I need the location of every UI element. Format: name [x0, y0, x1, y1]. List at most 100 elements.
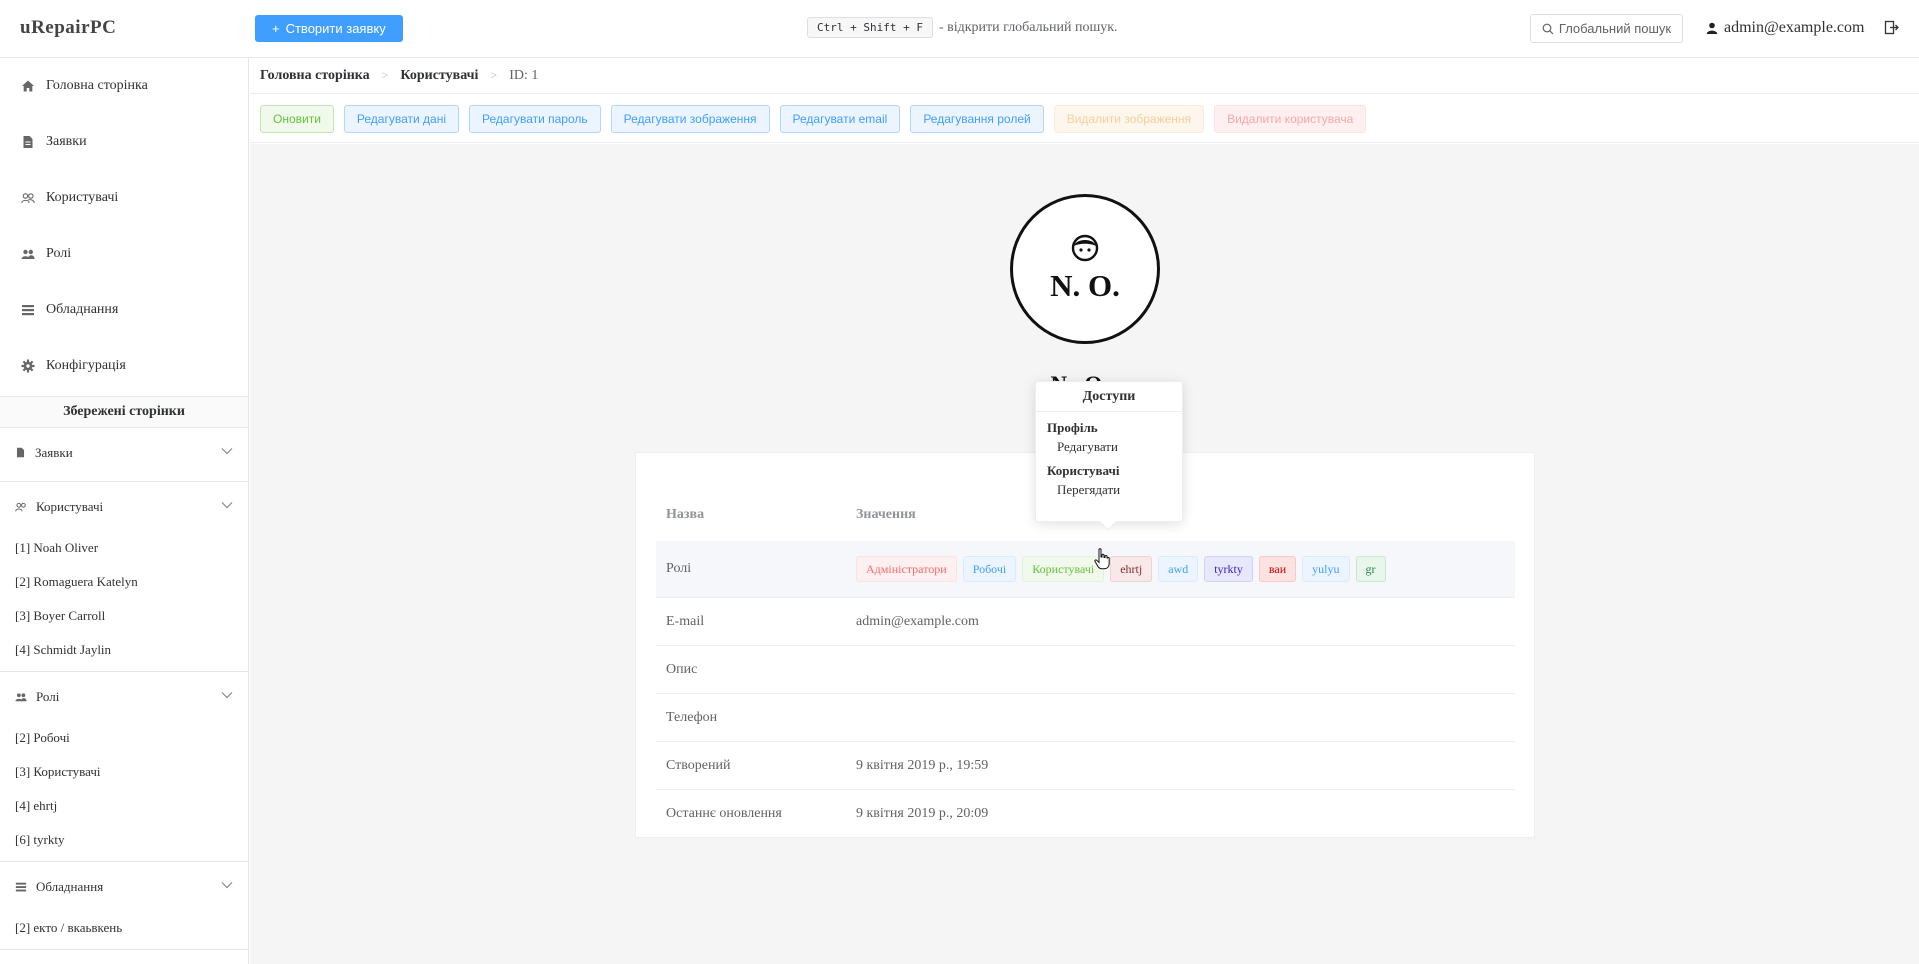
- sidebar-item-label: Користувачі: [46, 190, 119, 205]
- role-tag[interactable]: tyrkty: [1204, 556, 1253, 582]
- hand-cursor-icon: [1094, 548, 1110, 570]
- sidebar-item-configuration[interactable]: Конфігурація: [0, 338, 248, 394]
- edit-email-button[interactable]: Редагувати email: [779, 104, 901, 133]
- document-icon: [16, 447, 25, 458]
- row-label: E-mail: [666, 613, 705, 629]
- plus-icon: +: [272, 21, 280, 36]
- edit-data-button[interactable]: Редагувати дані: [343, 104, 460, 133]
- edit-image-button[interactable]: Редагувати зображення: [610, 104, 770, 133]
- chevron-down-icon[interactable]: [221, 691, 233, 699]
- edit-password-button[interactable]: Редагувати пароль: [469, 104, 601, 133]
- user-email: admin@example.com: [1724, 19, 1865, 36]
- permission-item: Перегядати: [1057, 482, 1121, 497]
- sidebar-item-label: Обладнання: [46, 302, 119, 317]
- app-header: uRepairPC + Створити заявку Ctrl + Shift…: [0, 0, 1919, 58]
- sidebar-item-roles[interactable]: Ролі: [0, 226, 248, 282]
- column-header-name: Назва: [666, 507, 705, 522]
- user-info-table: Назва Значення Ролі Адміністратори Робоч…: [656, 473, 1515, 838]
- saved-group-header[interactable]: Обладнання: [0, 862, 248, 911]
- permission-section: Профіль: [1047, 420, 1098, 435]
- app-logo[interactable]: uRepairPC: [20, 17, 116, 39]
- saved-user-link[interactable]: [3] Boyer Carroll: [0, 599, 248, 633]
- role-tag[interactable]: Робочі: [962, 556, 1017, 582]
- sidebar-item-requests[interactable]: Заявки: [0, 114, 248, 170]
- saved-group-header[interactable]: Користувачі: [0, 482, 248, 531]
- table-row-phone: Телефон: [656, 694, 1515, 742]
- created-value: 9 квітня 2019 р., 19:59: [856, 757, 989, 773]
- updated-value: 9 квітня 2019 р., 20:09: [856, 805, 989, 821]
- permission-item: Редагувати: [1057, 439, 1118, 454]
- row-label: Ролі: [666, 561, 692, 576]
- row-label: Телефон: [666, 709, 718, 725]
- sidebar-item-label: Ролі: [46, 246, 72, 261]
- role-tag[interactable]: ehrtj: [1110, 556, 1153, 582]
- saved-equipment-link[interactable]: [2] екто / вкаьвкень: [0, 911, 248, 945]
- users-icon: [21, 193, 35, 204]
- breadcrumb: Головна сторінка > Користувачі > ID: 1: [250, 58, 1919, 94]
- home-icon: [22, 80, 34, 92]
- create-request-button[interactable]: + Створити заявку: [255, 15, 403, 42]
- sidebar-item-users[interactable]: Користувачі: [0, 170, 248, 226]
- email-value: admin@example.com: [856, 613, 979, 629]
- face-icon: [1071, 234, 1099, 262]
- saved-group-label: Заявки: [35, 444, 73, 460]
- popover-title: Доступи: [1036, 382, 1182, 412]
- saved-group-label: Обладнання: [36, 878, 104, 894]
- chevron-down-icon[interactable]: [221, 501, 233, 509]
- breadcrumb-users[interactable]: Користувачі: [400, 68, 478, 84]
- saved-user-link[interactable]: [1] Noah Oliver: [0, 531, 248, 565]
- global-search-button[interactable]: Глобальний пошук: [1530, 14, 1683, 43]
- chevron-right-icon: >: [381, 68, 389, 82]
- refresh-button[interactable]: Оновити: [260, 104, 334, 133]
- saved-group-header[interactable]: Заявки: [0, 428, 248, 477]
- search-icon: [1542, 23, 1554, 34]
- sidebar-item-label: Конфігурація: [46, 358, 126, 373]
- saved-group-equipment: Обладнання [2] екто / вкаьвкень: [0, 862, 248, 950]
- breadcrumb-current: ID: 1: [509, 67, 539, 83]
- search-shortcut-hint: Ctrl + Shift + F - відкрити глобальний п…: [807, 17, 1118, 38]
- role-tag[interactable]: yulyu: [1302, 556, 1350, 582]
- row-label: Опис: [666, 661, 698, 677]
- column-header-value: Значення: [856, 507, 916, 522]
- shortcut-keys: Ctrl + Shift + F: [807, 17, 933, 38]
- delete-user-button[interactable]: Видалити користувача: [1214, 104, 1367, 133]
- table-row-email: E-mail admin@example.com: [656, 598, 1515, 646]
- saved-group-users: Користувачі [1] Noah Oliver [2] Romaguer…: [0, 482, 248, 672]
- group-icon: [15, 692, 27, 701]
- role-tag[interactable]: ваи: [1258, 556, 1297, 582]
- saved-user-link[interactable]: [4] Schmidt Jaylin: [0, 633, 248, 667]
- chevron-down-icon[interactable]: [221, 881, 233, 889]
- delete-image-button[interactable]: Видалити зображення: [1053, 104, 1205, 133]
- table-row-roles: Ролі Адміністратори Робочі Користувачі e…: [656, 541, 1515, 598]
- list-icon: [15, 882, 27, 891]
- row-label: Створений: [666, 757, 731, 773]
- list-icon: [22, 305, 34, 316]
- table-row-description: Опис: [656, 646, 1515, 694]
- user-menu[interactable]: admin@example.com: [1706, 19, 1864, 37]
- saved-group-requests: Заявки: [0, 428, 248, 482]
- permission-section: Користувачі: [1047, 463, 1120, 478]
- saved-role-link[interactable]: [6] tyrkty: [0, 823, 248, 857]
- saved-user-link[interactable]: [2] Romaguera Katelyn: [0, 565, 248, 599]
- sidebar-item-label: Головна сторінка: [46, 78, 148, 93]
- role-tag[interactable]: Адміністратори: [856, 556, 957, 582]
- sidebar-item-home[interactable]: Головна сторінка: [0, 58, 248, 114]
- logout-icon: [1884, 20, 1899, 35]
- edit-roles-button[interactable]: Редагування ролей: [910, 104, 1044, 133]
- chevron-down-icon[interactable]: [221, 447, 233, 455]
- role-tag[interactable]: Користувачі: [1022, 556, 1105, 582]
- role-tag[interactable]: gr: [1355, 556, 1386, 582]
- saved-role-link[interactable]: [4] ehrtj: [0, 789, 248, 823]
- role-tag[interactable]: awd: [1158, 556, 1199, 582]
- saved-role-link[interactable]: [3] Користувачі: [0, 755, 248, 789]
- saved-group-header[interactable]: Ролі: [0, 672, 248, 721]
- logout-button[interactable]: [1884, 20, 1899, 40]
- saved-group-roles: Ролі [2] Робочі [3] Користувачі [4] ehrt…: [0, 672, 248, 862]
- gear-icon: [21, 359, 35, 373]
- document-icon: [23, 136, 33, 148]
- row-label: Останнє оновлення: [666, 805, 782, 821]
- sidebar-item-equipment[interactable]: Обладнання: [0, 282, 248, 338]
- breadcrumb-home[interactable]: Головна сторінка: [260, 68, 370, 84]
- create-request-label: Створити заявку: [285, 21, 386, 36]
- saved-role-link[interactable]: [2] Робочі: [0, 721, 248, 755]
